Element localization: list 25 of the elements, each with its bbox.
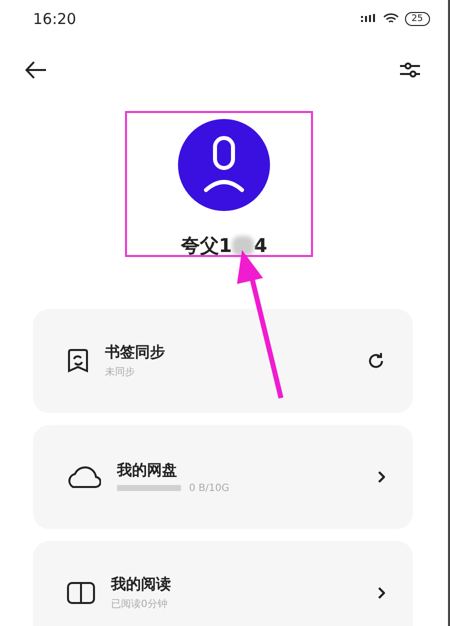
refresh-icon[interactable]	[367, 352, 385, 370]
card-title: 书签同步	[105, 343, 166, 362]
menu-card[interactable]: 我的网盘 0 B/10G	[33, 425, 413, 529]
settings-icon[interactable]	[400, 61, 420, 79]
wifi-icon	[382, 13, 399, 25]
menu-card[interactable]: 我的阅读 已阅读0分钟	[33, 541, 413, 626]
avatar[interactable]	[178, 119, 270, 211]
signal-icon	[360, 14, 377, 24]
status-time: 16:20	[33, 10, 76, 28]
blur-patch	[232, 236, 254, 256]
username-end: 4	[254, 235, 268, 257]
card-subtitle: 已阅读0分钟	[111, 598, 168, 611]
bookmark-sync-icon	[67, 349, 89, 373]
menu-card[interactable]: 书签同步 未同步	[33, 309, 413, 413]
battery-indicator: 25	[404, 12, 430, 26]
book-icon	[67, 582, 95, 604]
card-title: 我的网盘	[117, 460, 178, 480]
chevron-right-icon[interactable]	[377, 471, 385, 483]
card-title: 我的阅读	[111, 575, 172, 594]
card-subtitle: 未同步	[105, 366, 136, 379]
storage-usage: 0 B/10G	[189, 482, 230, 494]
cloud-icon	[67, 465, 101, 489]
chevron-right-icon[interactable]	[377, 587, 385, 599]
back-arrow-icon[interactable]	[25, 61, 47, 79]
username: 夸父1	[180, 234, 232, 259]
